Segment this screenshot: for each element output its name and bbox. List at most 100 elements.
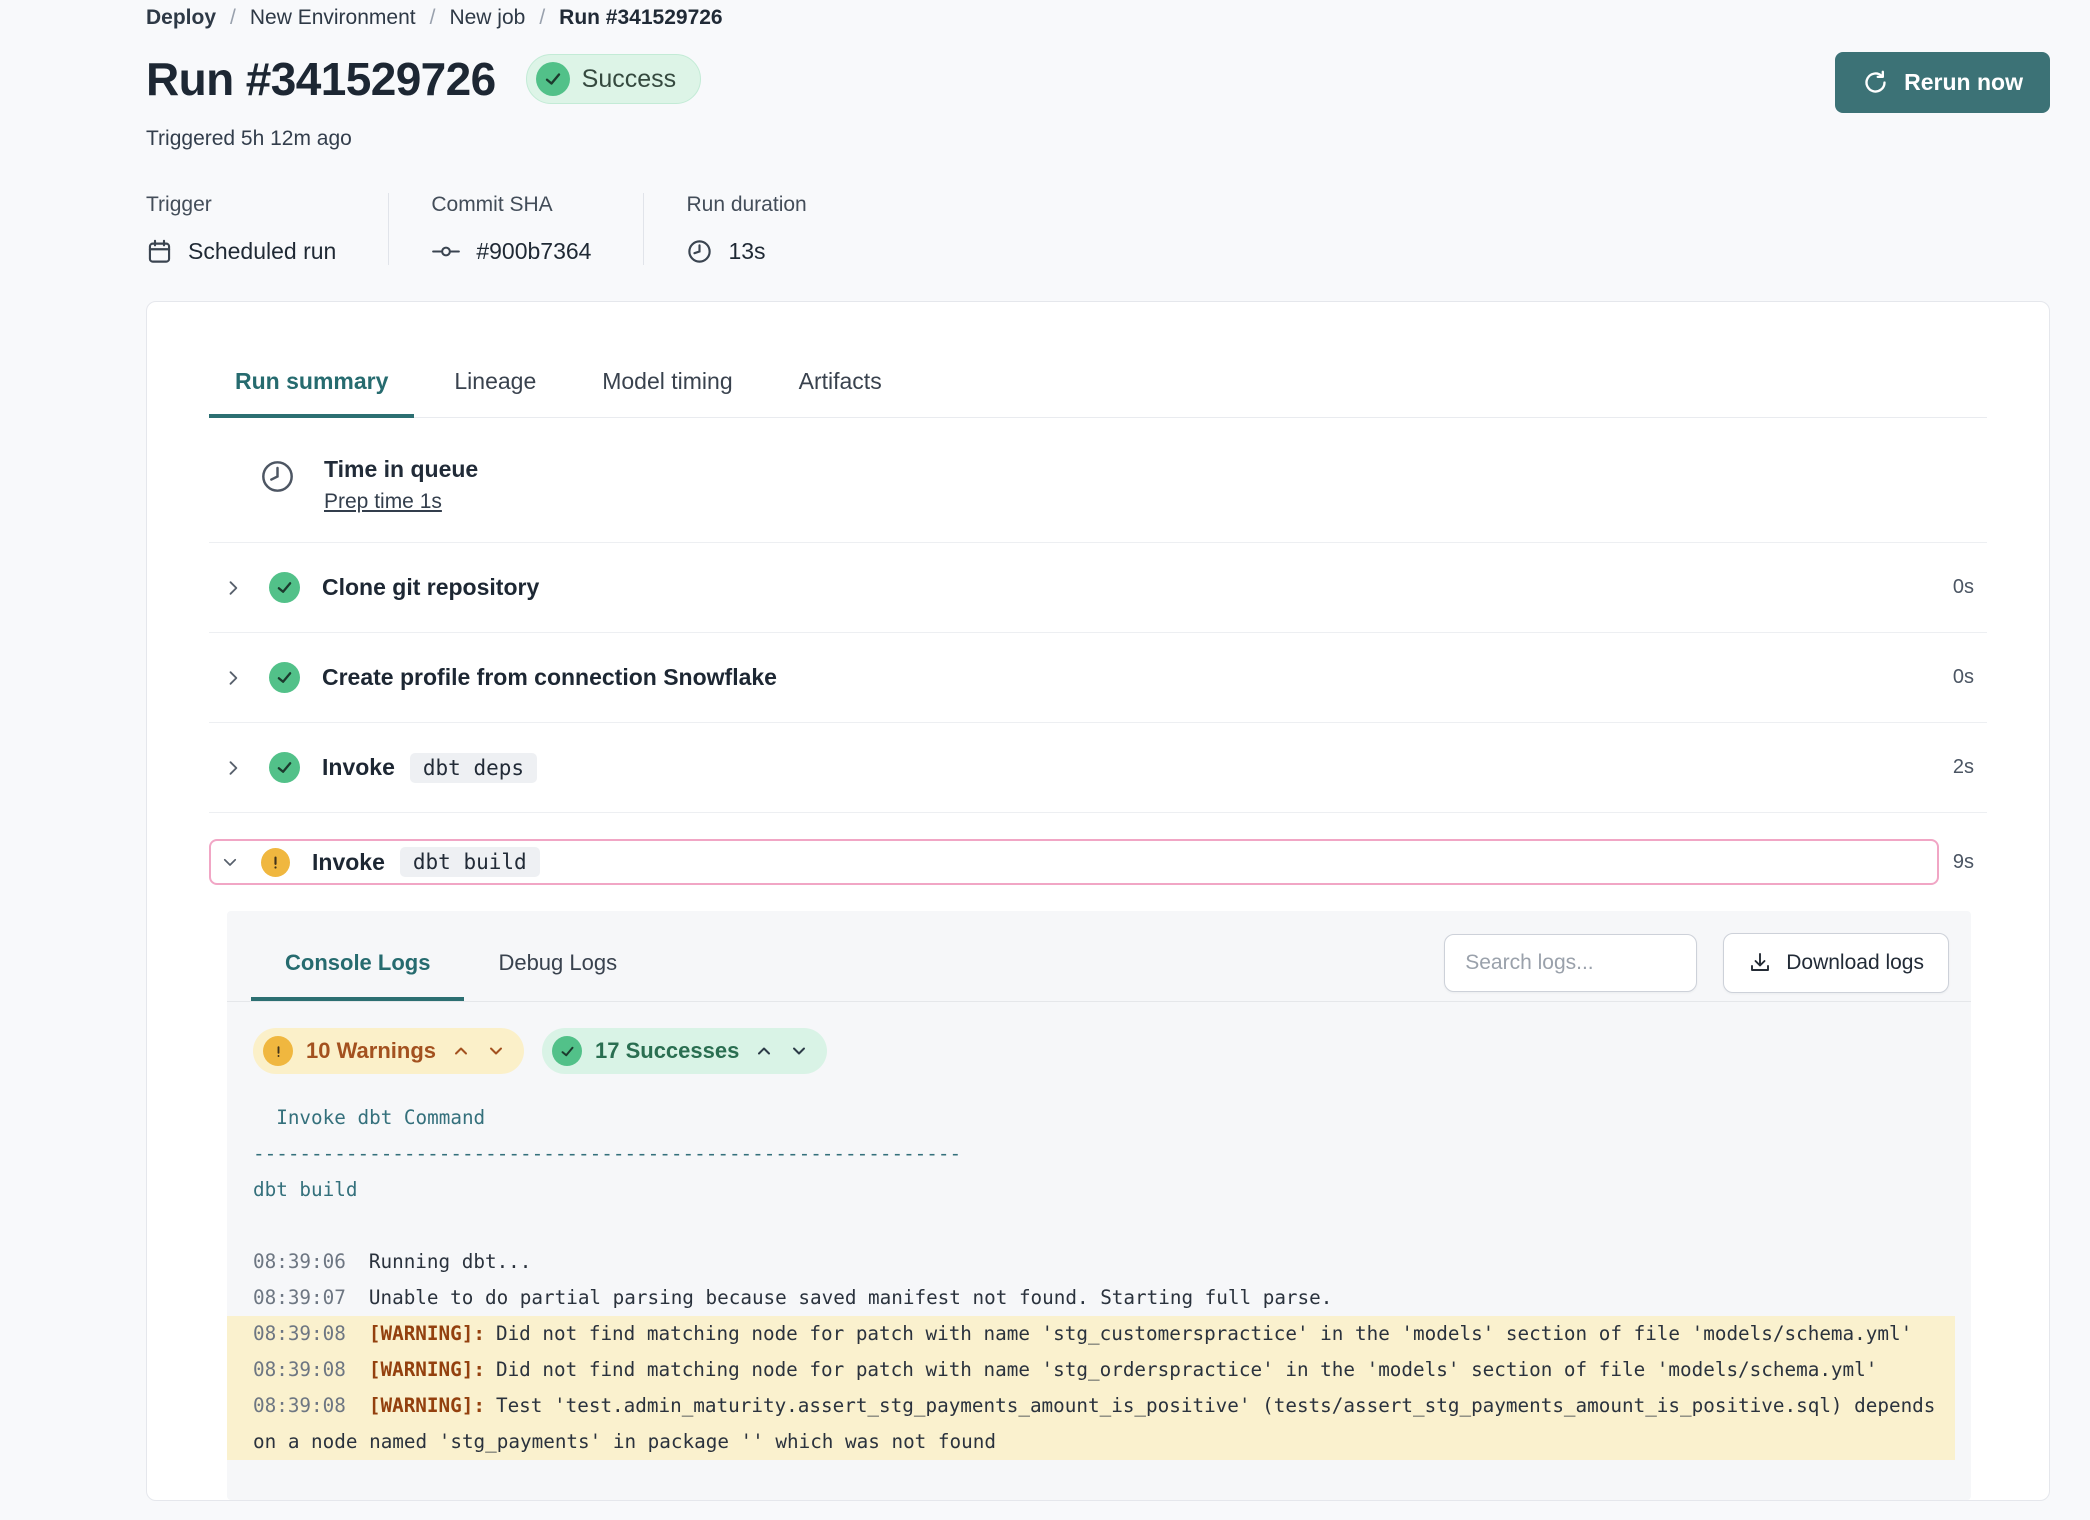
log-message: Did not find matching node for patch wit… [496, 1322, 1912, 1345]
log-timestamp: 08:39:06 [253, 1250, 346, 1273]
step-label: Clone git repository [322, 574, 539, 601]
chevron-down-icon[interactable] [486, 1041, 506, 1061]
meta-trigger: Trigger Scheduled run [146, 193, 389, 265]
breadcrumb-deploy[interactable]: Deploy [146, 6, 216, 30]
tab-debug-logs[interactable]: Debug Logs [464, 934, 651, 1000]
log-timestamp: 08:39:07 [253, 1286, 346, 1309]
time-in-queue-section: Time in queue Prep time 1s [209, 418, 1987, 543]
warnings-badge[interactable]: 10 Warnings [253, 1028, 524, 1074]
tab-run-summary[interactable]: Run summary [209, 354, 414, 417]
success-circle-icon [269, 662, 300, 693]
breadcrumb-new-environment[interactable]: New Environment [250, 6, 416, 30]
step-label: Create profile from connection Snowflake [322, 664, 777, 691]
tab-artifacts[interactable]: Artifacts [773, 354, 908, 417]
breadcrumb-separator: / [230, 6, 236, 30]
log-warning-tag: [WARNING]: [369, 1394, 485, 1417]
log-message: Running dbt... [369, 1250, 532, 1273]
log-line-warning: 08:39:08 [WARNING]: Did not find matching … [227, 1316, 1955, 1352]
chevron-down-icon[interactable] [221, 853, 239, 871]
log-line: ----------------------------------------… [227, 1136, 1955, 1172]
success-circle-icon [269, 572, 300, 603]
page-title: Run #341529726 [146, 52, 496, 106]
breadcrumb-separator: / [430, 6, 436, 30]
prep-time-link[interactable]: Prep time 1s [324, 490, 442, 514]
clock-icon [259, 458, 296, 514]
meta-trigger-value: Scheduled run [188, 238, 336, 265]
step-duration: 0s [1953, 666, 1974, 689]
chevron-right-icon[interactable] [223, 758, 243, 778]
download-logs-button[interactable]: Download logs [1723, 933, 1949, 993]
log-line: 08:39:06 Running dbt... [227, 1244, 1955, 1280]
log-timestamp: 08:39:08 [253, 1322, 346, 1345]
breadcrumb: Deploy / New Environment / New job / Run… [146, 6, 2050, 30]
commit-icon [431, 238, 461, 265]
chevron-down-icon[interactable] [789, 1041, 809, 1061]
chevron-right-icon[interactable] [223, 578, 243, 598]
meta-commit-value: #900b7364 [476, 238, 591, 265]
log-message: Did not find matching node for patch wit… [496, 1358, 1877, 1381]
search-logs-input[interactable] [1444, 934, 1697, 992]
step-clone-git-repository[interactable]: Clone git repository 0s [209, 543, 1987, 633]
download-logs-label: Download logs [1786, 951, 1924, 975]
log-line: dbt build [227, 1172, 1955, 1208]
chevron-up-icon[interactable] [754, 1041, 774, 1061]
log-line-warning: 08:39:08 [WARNING]:Test 'test.admin_matur… [227, 1388, 1955, 1460]
breadcrumb-new-job[interactable]: New job [449, 6, 525, 30]
check-circle-icon [552, 1036, 582, 1066]
tab-lineage[interactable]: Lineage [428, 354, 562, 417]
warnings-badge-label: 10 Warnings [306, 1038, 436, 1064]
tab-model-timing[interactable]: Model timing [576, 354, 758, 417]
log-line: 08:39:07 Unable to do partial parsing bec… [227, 1280, 1955, 1316]
step-label: Invoke [312, 849, 385, 876]
log-message: Unable to do partial parsing because sav… [369, 1286, 1333, 1309]
page-header: Deploy / New Environment / New job / Run… [0, 0, 2090, 265]
calendar-icon [146, 238, 173, 265]
breadcrumb-separator: / [539, 6, 545, 30]
step-command-chip: dbt build [400, 847, 540, 877]
refresh-icon [1862, 69, 1889, 96]
step-invoke-dbt-deps[interactable]: Invoke dbt deps 2s [209, 723, 1987, 813]
log-line-warning: 08:39:08 [WARNING]: Did not find matching … [227, 1352, 1955, 1388]
chevron-up-icon[interactable] [451, 1041, 471, 1061]
run-summary-card: Run summary Lineage Model timing Artifac… [146, 301, 2050, 1501]
meta-duration: Run duration 13s [686, 193, 858, 265]
log-message: Test 'test.admin_maturity.assert_stg_pay… [253, 1394, 1947, 1453]
tab-console-logs[interactable]: Console Logs [251, 934, 464, 1000]
warning-circle-icon [261, 848, 290, 877]
success-circle-icon [269, 752, 300, 783]
step-duration: 2s [1953, 756, 1974, 779]
meta-trigger-label: Trigger [146, 193, 336, 217]
clock-icon [686, 238, 713, 265]
check-circle-icon [536, 62, 570, 96]
console-log-panel: Console Logs Debug Logs Download logs 10… [227, 911, 1971, 1500]
meta-commit: Commit SHA #900b7364 [431, 193, 644, 265]
warning-circle-icon [263, 1036, 293, 1066]
step-invoke-dbt-build[interactable]: Invoke dbt build 9s [209, 839, 1987, 885]
rerun-now-label: Rerun now [1904, 69, 2023, 96]
chevron-right-icon[interactable] [223, 668, 243, 688]
log-warning-tag: [WARNING]: [369, 1358, 485, 1381]
console-log-output: Invoke dbt Command ---------------------… [227, 1082, 1971, 1460]
download-icon [1748, 951, 1772, 975]
run-tabs: Run summary Lineage Model timing Artifac… [209, 354, 1987, 418]
step-command-chip: dbt deps [410, 753, 537, 783]
log-line [227, 1208, 1955, 1244]
step-create-profile[interactable]: Create profile from connection Snowflake… [209, 633, 1987, 723]
rerun-now-button[interactable]: Rerun now [1835, 52, 2050, 113]
step-invoke-dbt-build-box[interactable]: Invoke dbt build [209, 839, 1939, 885]
log-timestamp: 08:39:08 [253, 1358, 346, 1381]
meta-commit-label: Commit SHA [431, 193, 591, 217]
log-warning-tag: [WARNING]: [369, 1322, 485, 1345]
status-badge: Success [526, 54, 701, 104]
time-in-queue-title: Time in queue [324, 456, 478, 483]
successes-badge-label: 17 Successes [595, 1038, 739, 1064]
run-meta: Trigger Scheduled run Commit SHA #900b73… [146, 193, 2050, 265]
step-duration: 0s [1953, 576, 1974, 599]
step-label: Invoke [322, 754, 395, 781]
log-timestamp: 08:39:08 [253, 1394, 346, 1417]
successes-badge[interactable]: 17 Successes [542, 1028, 827, 1074]
log-line: Invoke dbt Command [227, 1100, 1955, 1136]
meta-duration-value: 13s [728, 238, 765, 265]
meta-duration-label: Run duration [686, 193, 806, 217]
breadcrumb-current-run: Run #341529726 [559, 6, 722, 30]
